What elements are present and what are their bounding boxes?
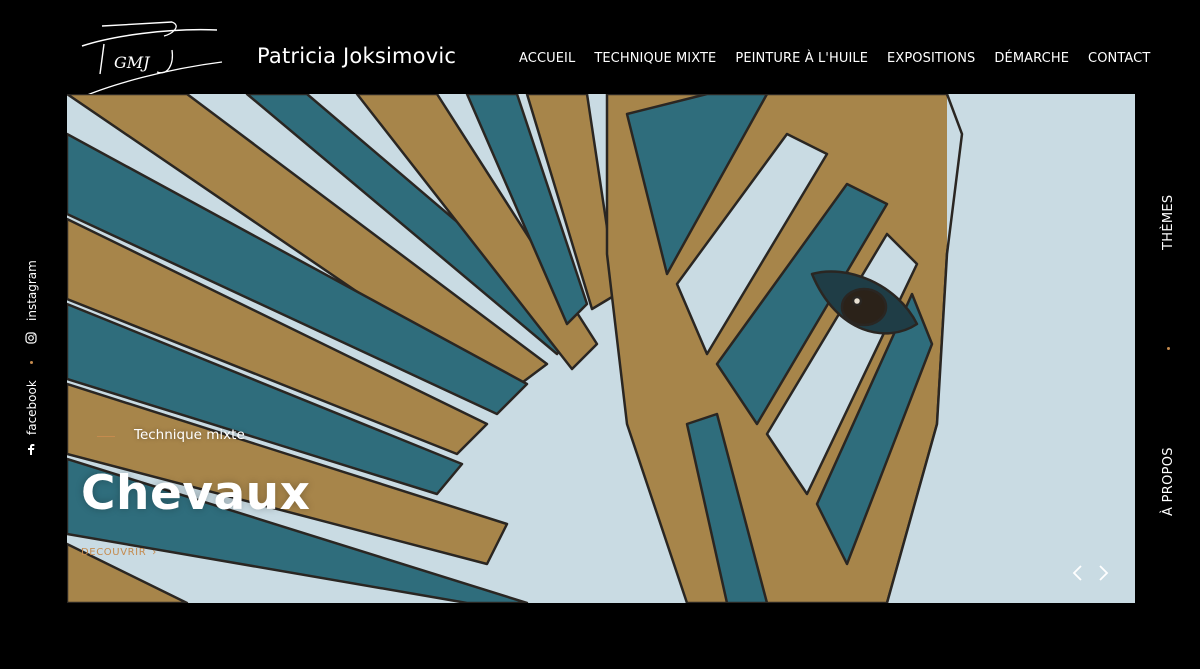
facebook-link[interactable]: facebook (25, 380, 39, 435)
slide-title: Chevaux (81, 466, 311, 521)
caption-accent-line (97, 436, 115, 437)
svg-text:GMJ: GMJ (114, 53, 151, 72)
instagram-link[interactable]: instagram (25, 260, 39, 321)
about-link[interactable]: À PROPOS (1161, 447, 1176, 516)
separator-dot (30, 361, 33, 364)
separator-dot (1167, 347, 1170, 350)
main-nav: ACCUEIL TECHNIQUE MIXTE PEINTURE À L'HUI… (509, 51, 1150, 68)
discover-link[interactable]: DECOUVRIR › (81, 547, 157, 558)
site-title[interactable]: Patricia Joksimovic (257, 44, 456, 68)
side-nav: THÈMES À PROPOS (1157, 170, 1187, 530)
slide-category: Technique mixte (134, 427, 245, 443)
nav-item-technique-mixte[interactable]: TECHNIQUE MIXTE (594, 51, 716, 66)
nav-item-contact[interactable]: CONTACT (1088, 51, 1150, 66)
instagram-icon[interactable] (25, 332, 37, 344)
facebook-icon[interactable] (26, 443, 36, 455)
chevron-left-icon[interactable] (1070, 563, 1086, 583)
arrow-right-icon: › (152, 547, 157, 558)
discover-label: DECOUVRIR (81, 547, 147, 558)
nav-item-accueil[interactable]: ACCUEIL (509, 51, 585, 68)
nav-item-expositions[interactable]: EXPOSITIONS (887, 51, 975, 66)
hero-slider (67, 94, 1135, 603)
themes-link[interactable]: THÈMES (1161, 195, 1176, 250)
nav-item-demarche[interactable]: DÉMARCHE (994, 51, 1069, 66)
nav-item-peinture-huile[interactable]: PEINTURE À L'HUILE (735, 51, 868, 66)
social-links: instagram facebook (20, 255, 42, 465)
hero-image (67, 94, 1135, 603)
signature-logo[interactable]: GMJ (72, 14, 227, 106)
chevron-right-icon[interactable] (1095, 563, 1111, 583)
